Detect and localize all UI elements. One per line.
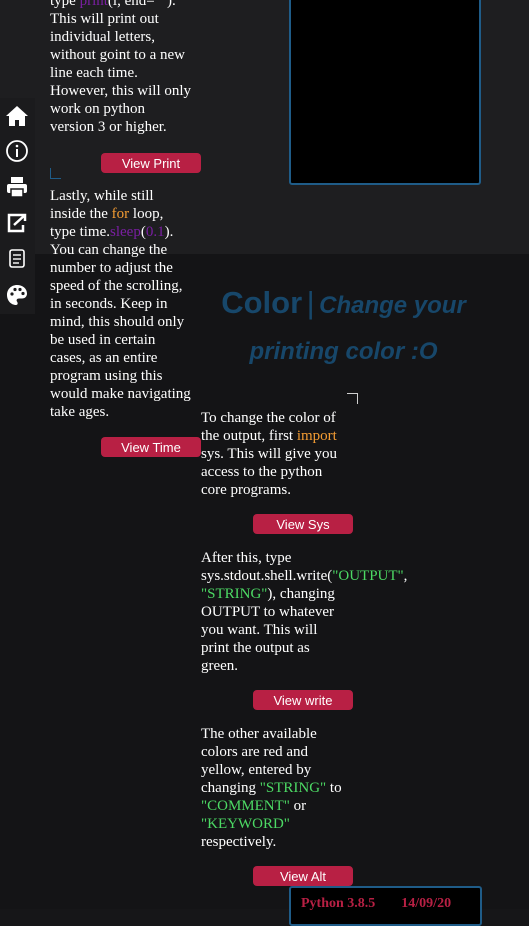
info-icon[interactable] (4, 138, 30, 164)
text-line: individual letters, (50, 29, 155, 45)
scroll-icon[interactable] (4, 246, 30, 272)
keyword-print: print (79, 0, 108, 9)
python-version-text: Python 3.8.5 (301, 896, 376, 911)
view-print-button[interactable]: View Print (101, 153, 201, 173)
text-line: green. (201, 658, 239, 674)
text-line: be used in certain (50, 332, 156, 348)
title-separator: | (306, 285, 315, 320)
text-line: respectively. (201, 834, 277, 850)
other-colors-text: The other available colors are red and y… (201, 725, 342, 851)
sidebar-nav (0, 98, 35, 314)
shell-write-text: After this, type sys.stdout.shell.write(… (201, 549, 407, 675)
sleep-instructions-text: Lastly, while still inside the for loop,… (50, 187, 191, 421)
date-text: 14/09/20 (401, 896, 452, 911)
keyword-import: import (296, 428, 337, 444)
console-output-preview: Python 3.8.5 14/09/20 (289, 886, 482, 926)
section-heading: Color | Change your printing color :O (201, 282, 486, 374)
text-line: speed of the scrolling, (50, 278, 183, 294)
text-line: number to adjust the (50, 260, 173, 276)
corner-decoration (347, 393, 358, 404)
palette-icon[interactable] (4, 282, 30, 308)
text-line: you want. This will (201, 622, 318, 638)
home-icon[interactable] (4, 103, 30, 129)
text-line: the output, first (201, 428, 297, 444)
text-line: print the output as (201, 640, 310, 656)
view-alt-button[interactable]: View Alt (253, 866, 353, 886)
console-output-preview (289, 0, 481, 185)
text-line: access to the python (201, 464, 323, 480)
text-line: loop, (129, 206, 164, 222)
text-line: type time. (50, 224, 110, 240)
text-line: , (403, 568, 408, 584)
number-literal: 0.1 (145, 224, 165, 240)
page-title: Color (221, 285, 303, 320)
text-line: ). (164, 224, 174, 240)
text-line: yellow, entered by (201, 762, 312, 778)
text-line: in seconds. Keep in (50, 296, 168, 312)
text-line: work on python (50, 101, 145, 117)
view-time-button[interactable]: View Time (101, 437, 201, 457)
view-write-button[interactable]: View write (253, 690, 353, 710)
import-sys-text: To change the color of the output, first… (201, 409, 337, 499)
text-line: This will print out (50, 11, 159, 27)
print-instructions-text: type print(i, end=""). This will print o… (50, 0, 191, 136)
text-line: You can change the (50, 242, 168, 258)
text-line: sys.stdout.shell.write( (201, 568, 333, 584)
view-sys-button[interactable]: View Sys (253, 514, 353, 534)
text-line: line each time. (50, 65, 138, 81)
string-literal: "STRING" (259, 780, 327, 796)
text-line: or (289, 798, 307, 814)
keyword-sleep: sleep (110, 224, 141, 240)
text-line: without goint to a new (50, 47, 185, 63)
string-literal: "STRING" (201, 586, 268, 602)
text-line: would make navigating (50, 386, 191, 402)
text-line: core programs. (201, 482, 291, 498)
text-line: The other available (201, 726, 317, 742)
text-line: ), changing (267, 586, 335, 602)
text-line: inside the (50, 206, 112, 222)
text-line: to (326, 780, 342, 796)
string-literal: "OUTPUT" (332, 568, 404, 584)
text-line: type (50, 0, 80, 9)
string-literal: "KEYWORD" (201, 816, 290, 832)
text-line: OUTPUT to whatever (201, 604, 335, 620)
text-line: After this, type (201, 550, 292, 566)
text-line: However, this will only (50, 83, 192, 99)
corner-decoration (50, 168, 61, 179)
text-line: To change the color of (201, 410, 336, 426)
text-line: colors are red and (201, 744, 309, 760)
keyword-for: for (111, 206, 130, 222)
text-line: (i, end=""). (107, 0, 176, 9)
text-line: changing (201, 780, 260, 796)
page-subtitle-line2: printing color :O (249, 338, 438, 365)
string-literal: "COMMENT" (201, 798, 290, 814)
page-subtitle: Change your (319, 292, 466, 319)
printer-icon[interactable] (4, 174, 30, 200)
text-line: sys. This will give you (201, 446, 337, 462)
text-line: take ages. (50, 404, 110, 420)
text-line: program using this (50, 368, 163, 384)
text-line: Lastly, while still (50, 188, 154, 204)
export-icon[interactable] (4, 210, 30, 236)
text-line: mind, this should only (50, 314, 185, 330)
text-line: cases, as an entire (50, 350, 158, 366)
text-line: version 3 or higher. (50, 119, 167, 135)
